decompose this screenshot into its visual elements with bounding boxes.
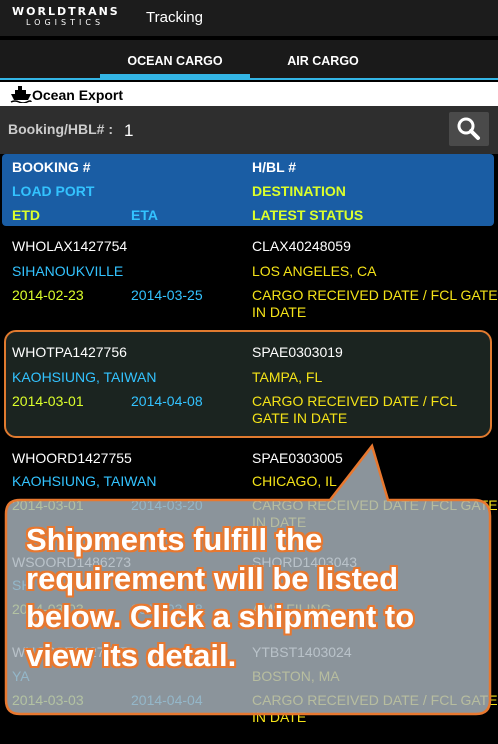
etd-date: 2014-03-03 [12,692,84,708]
cargo-tabs: OCEAN CARGO AIR CARGO [0,40,498,78]
header-latest-status: LATEST STATUS [252,207,364,223]
tab-divider [0,78,498,80]
shipment-row-highlighted[interactable]: WHOTPA1427756 SPAE0303019 KAOHSIUNG, TAI… [4,330,492,438]
tutorial-callout-text: Shipments fulfill the requirement will b… [26,522,415,673]
logo-top-text: WORLDTRANS [12,5,120,18]
ship-icon [10,86,32,103]
header-load-port: LOAD PORT [12,183,95,199]
header-booking: BOOKING # [12,159,91,175]
header-eta: ETA [131,207,158,223]
search-label: Booking/HBL# : [8,121,113,137]
search-bar: Booking/HBL# : [0,106,498,154]
header-destination: DESTINATION [252,183,346,199]
search-button[interactable] [449,112,489,146]
etd-date: 2014-03-01 [12,497,84,513]
load-port: SIHANOUKVILLE [12,263,124,279]
header-etd: ETD [12,207,40,223]
destination: LOS ANGELES, CA [252,263,377,279]
etd-date: 2014-03-01 [12,393,84,409]
shipment-row[interactable]: WHOLAX1427754 CLAX40248059 SIHANOUKVILLE… [0,230,498,334]
tab-ocean-cargo[interactable]: OCEAN CARGO [100,40,250,78]
latest-status: CARGO RECEIVED DATE / FCL GATE IN DATE [252,393,457,426]
header-hbl: H/BL # [252,159,297,175]
load-port: KAOHSIUNG, TAIWAN [12,369,157,385]
eta-date: 2014-04-04 [131,692,203,708]
worldtrans-logo: WORLDTRANS LOGISTICS [12,6,138,30]
hbl-number: CLAX40248059 [252,238,351,254]
search-icon [457,117,480,140]
eta-date: 2014-04-08 [131,393,203,409]
etd-date: 2014-02-23 [12,287,84,303]
booking-number: WHOORD1427755 [12,450,132,466]
booking-search-input[interactable] [122,116,444,146]
section-header: Ocean Export [0,82,498,106]
hbl-number: SPAE0303019 [252,344,343,360]
app-title: Tracking [146,9,203,26]
load-port: KAOHSIUNG, TAIWAN [12,473,157,489]
table-header: BOOKING # H/BL # LOAD PORT DESTINATION E… [2,154,494,226]
eta-date: 2014-03-25 [131,287,203,303]
hbl-number: SPAE0303005 [252,450,343,466]
latest-status: CARGO RECEIVED DATE / FCL GATE IN DATE [252,287,498,320]
destination: CHICAGO, IL [252,473,337,489]
section-title: Ocean Export [32,87,124,103]
booking-number: WHOTPA1427756 [12,344,127,360]
latest-status: CARGO RECEIVED DATE / FCL GATE IN DATE [252,692,498,725]
app-bar: WORLDTRANS LOGISTICS Tracking [0,0,498,36]
tab-air-cargo[interactable]: AIR CARGO [248,40,398,78]
eta-date: 2014-03-20 [131,497,203,513]
booking-number: WHOLAX1427754 [12,238,128,254]
logo-bottom-text: LOGISTICS [26,18,105,27]
destination: TAMPA, FL [252,369,323,385]
